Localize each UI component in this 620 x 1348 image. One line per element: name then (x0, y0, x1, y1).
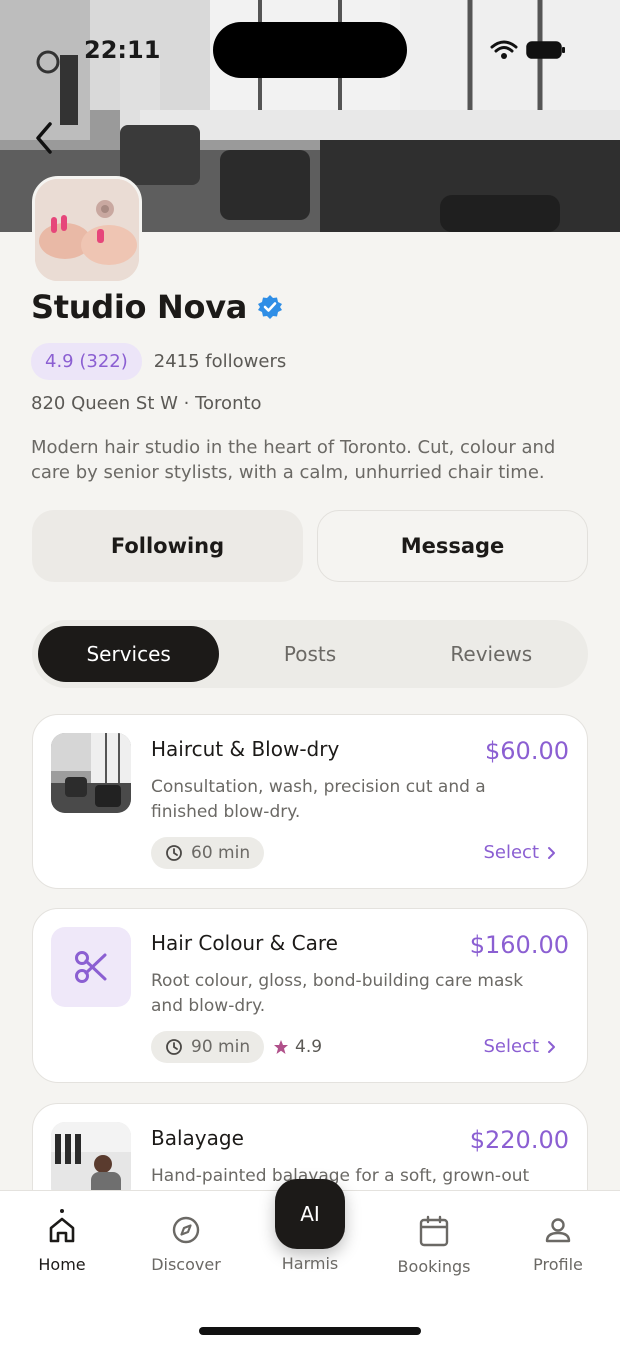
nav-bookings-label: Bookings (397, 1257, 471, 1276)
service-description: Root colour, gloss, bond-building care m… (151, 971, 524, 1016)
following-button[interactable]: Following (32, 510, 303, 582)
rating-badge[interactable]: 4.9 (322) (31, 343, 142, 380)
service-rating: 4.9 (273, 1037, 322, 1057)
service-price: $220.00 (469, 1126, 569, 1154)
studio-address: 820 Queen St W · Toronto (31, 393, 262, 414)
service-photo (51, 733, 131, 813)
verified-badge-icon (258, 295, 283, 319)
profile-tabs: Services Posts Reviews (32, 620, 588, 688)
clock-icon (166, 845, 182, 861)
service-title: Hair Colour & Care (151, 931, 338, 955)
clock-icon (166, 1039, 182, 1055)
nav-profile-label: Profile (533, 1255, 583, 1274)
studio-bio: Modern hair studio in the heart of Toron… (31, 437, 556, 483)
calendar-icon (419, 1215, 449, 1247)
nav-discover-label: Discover (151, 1255, 221, 1274)
service-card[interactable]: Haircut & Blow-dry $60.00 Consultation, … (32, 714, 588, 889)
home-indicator (199, 1327, 421, 1335)
duration-chip: 60 min (151, 837, 265, 869)
compass-icon (172, 1216, 200, 1244)
nav-home[interactable]: Home (7, 1215, 117, 1274)
scissors-icon (75, 951, 107, 983)
service-title: Balayage (151, 1126, 244, 1150)
tab-posts[interactable]: Posts (219, 626, 400, 682)
duration-label: 90 min (191, 1037, 251, 1057)
status-icons (490, 40, 566, 60)
star-icon (274, 1040, 288, 1054)
chevron-right-icon (548, 846, 555, 859)
service-description: Hand-painted balayage for a soft, grown-… (151, 1166, 530, 1186)
service-price: $60.00 (485, 737, 569, 765)
dynamic-island (213, 22, 407, 78)
home-icon (49, 1217, 75, 1243)
service-icon-tile (51, 927, 131, 1007)
select-button[interactable]: Select (483, 1036, 557, 1057)
ai-assistant-button[interactable]: AI (275, 1179, 345, 1249)
profile-header: Studio Nova (31, 288, 283, 326)
service-rating-value: 4.9 (295, 1037, 323, 1057)
chevron-left-icon (36, 122, 52, 154)
battery-icon (526, 41, 565, 59)
nav-discover[interactable]: Discover (131, 1215, 241, 1274)
service-price: $160.00 (469, 931, 569, 959)
tab-services[interactable]: Services (38, 626, 220, 682)
message-button[interactable]: Message (317, 510, 588, 582)
select-label: Select (483, 1036, 539, 1057)
service-title: Haircut & Blow-dry (151, 737, 340, 761)
user-icon (545, 1218, 571, 1243)
ai-assistant-label: Harmis (281, 1254, 339, 1273)
service-description: Consultation, wash, precision cut and a … (151, 777, 486, 822)
nav-home-label: Home (38, 1255, 86, 1274)
select-button[interactable]: Select (483, 842, 557, 863)
profile-avatar (32, 176, 142, 284)
select-label: Select (483, 842, 539, 863)
followers-count: 2415 followers (153, 351, 287, 372)
wifi-icon (490, 40, 518, 59)
active-indicator (60, 1209, 64, 1213)
duration-chip: 90 min (151, 1031, 265, 1063)
nav-profile[interactable]: Profile (503, 1215, 613, 1274)
chevron-right-icon (548, 1040, 555, 1053)
profile-meta: 4.9 (322) 2415 followers (31, 343, 286, 380)
service-card[interactable]: Hair Colour & Care $160.00 Root colour, … (32, 908, 588, 1083)
tab-reviews[interactable]: Reviews (401, 626, 582, 682)
studio-name: Studio Nova (31, 288, 248, 326)
nav-bookings[interactable]: Bookings (379, 1215, 489, 1276)
duration-label: 60 min (191, 843, 251, 863)
back-button[interactable] (30, 118, 60, 158)
status-time: 22:11 (84, 36, 161, 64)
